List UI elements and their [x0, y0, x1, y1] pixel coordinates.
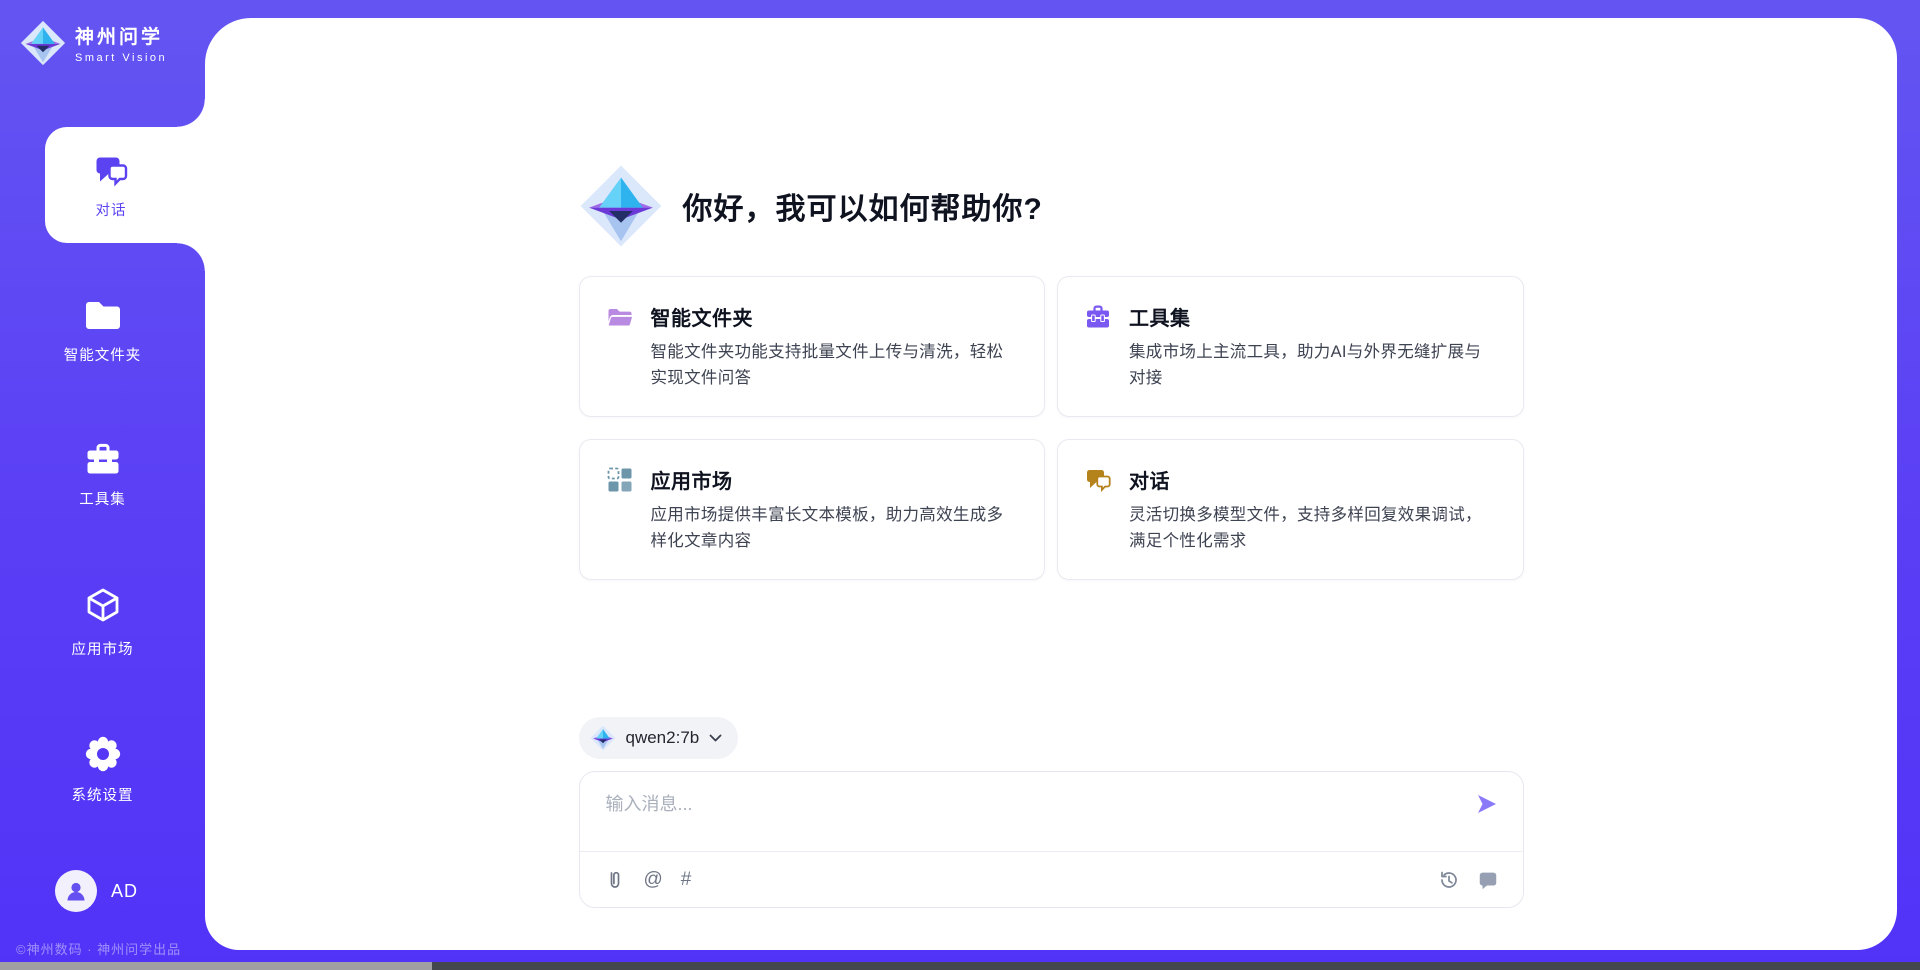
greeting-title: 你好，我可以如何帮助你?: [683, 184, 1043, 228]
send-arrow-icon[interactable]: [1475, 792, 1499, 816]
sidebar: 神州问学 Smart Vision 对话 智能文件夹: [0, 0, 205, 970]
main-panel: 你好，我可以如何帮助你? 智能文件夹 智能文件夹功能支持批量文件上传与清洗，轻松…: [205, 18, 1897, 950]
sidebar-item-label: 系统设置: [72, 784, 134, 805]
chat-bubble-icon[interactable]: [1477, 869, 1499, 891]
sidebar-item-smart-folder[interactable]: 智能文件夹: [0, 296, 205, 365]
chat-icon: [1084, 466, 1112, 494]
card-chat[interactable]: 对话 灵活切换多模型文件，支持多样回复效果调试，满足个性化需求: [1057, 439, 1524, 580]
briefcase-icon: [1084, 303, 1112, 331]
sidebar-item-label: 工具集: [79, 488, 126, 509]
model-selector[interactable]: qwen2:7b: [579, 717, 739, 759]
feature-cards: 智能文件夹 智能文件夹功能支持批量文件上传与清洗，轻松实现文件问答 工具集: [579, 276, 1524, 580]
message-input-box: @ #: [579, 771, 1524, 908]
copyright-text: ©神州数码 · 神州问学出品: [16, 939, 181, 958]
card-title: 工具集: [1129, 302, 1497, 331]
card-smart-folder[interactable]: 智能文件夹 智能文件夹功能支持批量文件上传与清洗，轻松实现文件问答: [579, 276, 1046, 417]
brand-subtitle: Smart Vision: [75, 52, 167, 64]
history-icon[interactable]: [1437, 869, 1459, 891]
card-title: 应用市场: [651, 465, 1019, 494]
message-input[interactable]: [606, 790, 1463, 851]
sidebar-item-settings[interactable]: 系统设置: [0, 734, 205, 805]
cube-icon: [83, 586, 123, 628]
card-toolbox[interactable]: 工具集 集成市场上主流工具，助力AI与外界无缝扩展与对接: [1057, 276, 1524, 417]
card-title: 智能文件夹: [651, 302, 1019, 331]
composer-toolbar: @ #: [580, 851, 1523, 907]
chat-icon: [91, 151, 131, 191]
card-description: 集成市场上主流工具，助力AI与外界无缝扩展与对接: [1129, 340, 1497, 391]
card-description: 应用市场提供丰富长文本模板，助力高效生成多样化文章内容: [651, 503, 1019, 554]
gem-logo-icon: [590, 725, 616, 751]
at-icon[interactable]: @: [644, 870, 663, 889]
gem-logo-icon: [579, 164, 663, 248]
sidebar-item-app-market[interactable]: 应用市场: [0, 586, 205, 659]
gear-icon: [83, 734, 123, 774]
sidebar-item-label: 对话: [96, 199, 127, 220]
sidebar-item-label: 应用市场: [72, 638, 134, 659]
folder-icon: [82, 296, 124, 334]
sidebar-item-label: 智能文件夹: [64, 344, 142, 365]
chevron-down-icon: [709, 734, 722, 742]
sidebar-item-toolbox[interactable]: 工具集: [0, 440, 205, 509]
card-description: 智能文件夹功能支持批量文件上传与清洗，轻松实现文件问答: [651, 340, 1019, 391]
open-folder-icon: [606, 303, 634, 331]
brand-logo: 神州问学 Smart Vision: [20, 20, 167, 66]
card-app-market[interactable]: 应用市场 应用市场提供丰富长文本模板，助力高效生成多样化文章内容: [579, 439, 1046, 580]
avatar: [55, 870, 97, 912]
gem-logo-icon: [20, 20, 66, 66]
horizontal-scrollbar[interactable]: [0, 962, 1920, 970]
blocks-icon: [606, 466, 634, 494]
briefcase-icon: [83, 440, 123, 478]
model-name: qwen2:7b: [626, 728, 700, 748]
card-description: 灵活切换多模型文件，支持多样回复效果调试，满足个性化需求: [1129, 503, 1497, 554]
sidebar-item-chat[interactable]: 对话: [45, 127, 205, 243]
brand-name: 神州问学: [75, 22, 167, 49]
paperclip-icon[interactable]: [604, 869, 626, 891]
hash-icon[interactable]: #: [681, 870, 692, 889]
card-title: 对话: [1129, 465, 1497, 494]
greeting: 你好，我可以如何帮助你?: [579, 164, 1524, 248]
scrollbar-thumb[interactable]: [0, 962, 432, 970]
composer: qwen2:7b: [579, 717, 1524, 950]
person-icon: [63, 878, 89, 904]
user-profile[interactable]: AD: [55, 870, 138, 912]
user-name: AD: [111, 881, 138, 902]
